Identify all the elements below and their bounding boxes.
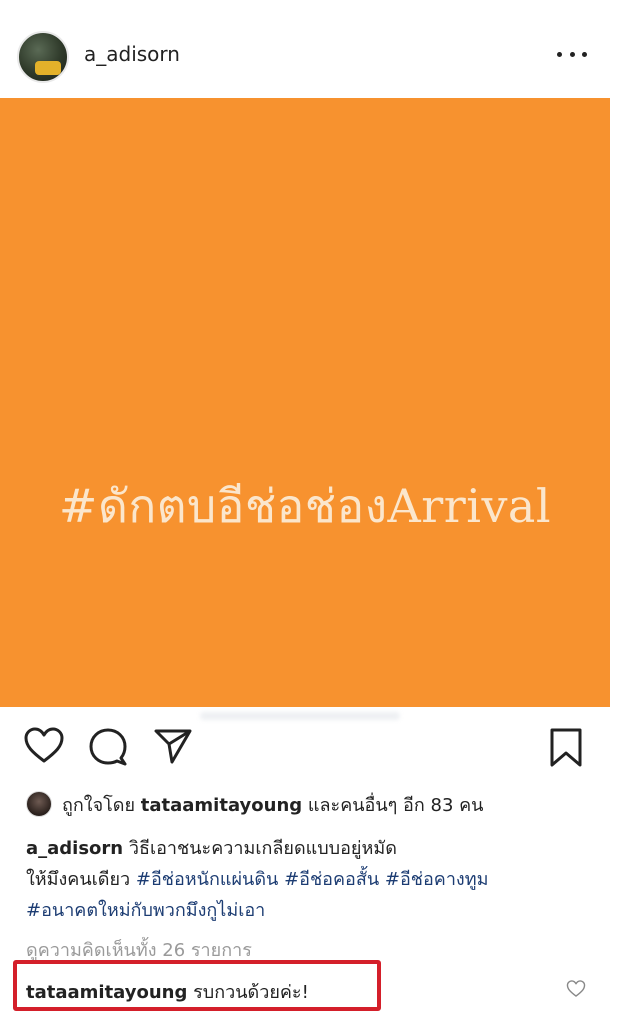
- caption-user[interactable]: a_adisorn: [26, 838, 123, 859]
- avatar[interactable]: [17, 31, 69, 83]
- comment-icon[interactable]: [88, 727, 128, 767]
- caption-text: ให้มึงคนเดียว: [26, 869, 131, 890]
- bookmark-icon[interactable]: [548, 727, 584, 769]
- instagram-post: a_adisorn #ดักตบอีช่อช่องArrival ถูกใจโด…: [0, 0, 627, 1024]
- likes-suffix[interactable]: และคนอื่นๆ อีก 83 คน: [308, 795, 484, 816]
- liker-avatar[interactable]: [26, 791, 52, 817]
- caption-line-3: #อนาคตใหม่กับพวกมึงกูไม่เอา: [26, 895, 606, 926]
- heart-icon[interactable]: [24, 727, 64, 765]
- likes-text[interactable]: ถูกใจโดย tataamitayoung และคนอื่นๆ อีก 8…: [62, 790, 483, 819]
- right-margin: [610, 0, 627, 1024]
- comment-user[interactable]: tataamitayoung: [26, 982, 187, 1003]
- likes-prefix: ถูกใจโดย: [62, 794, 136, 816]
- comment: tataamitayoung รบกวนด้วยค่ะ!: [26, 977, 309, 1006]
- likes-row: ถูกใจโดย tataamitayoung และคนอื่นๆ อีก 8…: [26, 789, 483, 819]
- caption: a_adisorn วิธีเอาชนะความเกลียดแบบอยู่หมั…: [26, 833, 606, 926]
- hashtag[interactable]: #อีช่อคางทูม: [385, 869, 489, 890]
- paper-plane-icon[interactable]: [153, 727, 193, 765]
- caption-line-2: ให้มึงคนเดียว #อีช่อหนักแผ่นดิน #อีช่อคอ…: [26, 864, 606, 895]
- likes-user[interactable]: tataamitayoung: [141, 795, 302, 816]
- more-dot: [582, 51, 587, 57]
- caption-text: วิธีเอาชนะความเกลียดแบบอยู่หมัด: [128, 838, 397, 859]
- caption-line-1: a_adisorn วิธีเอาชนะความเกลียดแบบอยู่หมั…: [26, 833, 606, 864]
- post-username[interactable]: a_adisorn: [84, 42, 180, 66]
- hashtag[interactable]: #อีช่อหนักแผ่นดิน: [136, 869, 278, 890]
- more-dot: [569, 51, 575, 57]
- post-header: a_adisorn: [0, 0, 627, 98]
- comment-heart-icon[interactable]: [566, 980, 586, 1002]
- more-dot: [557, 51, 562, 57]
- post-image-text: #ดักตบอีช่อช่องArrival: [58, 479, 552, 533]
- more-horizontal-icon[interactable]: [557, 44, 587, 64]
- comment-text: รบกวนด้วยค่ะ!: [193, 982, 309, 1003]
- action-bar: [0, 707, 627, 787]
- hashtag[interactable]: #อนาคตใหม่กับพวกมึงกูไม่เอา: [26, 900, 265, 921]
- hashtag[interactable]: #อีช่อคอสั้น: [284, 869, 379, 890]
- post-image[interactable]: #ดักตบอีช่อช่องArrival: [0, 98, 610, 707]
- avatar-badge: [35, 61, 61, 75]
